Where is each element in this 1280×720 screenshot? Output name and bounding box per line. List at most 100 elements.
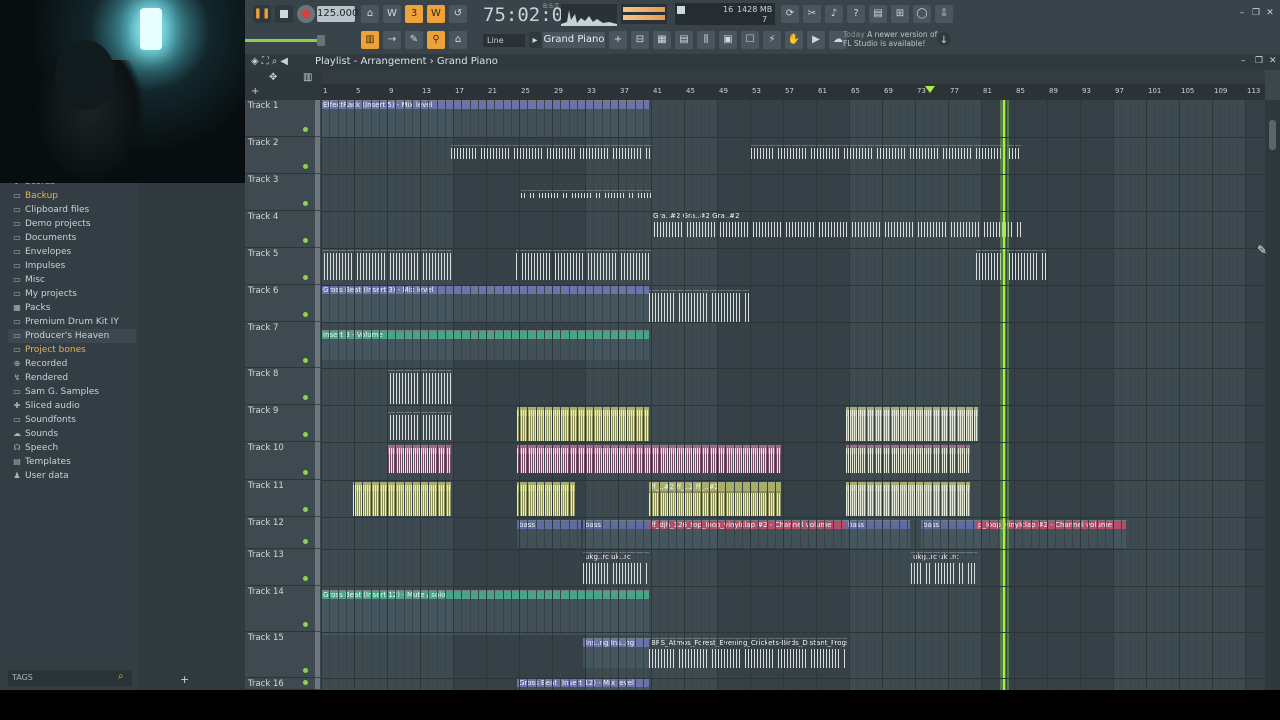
- track-select-strip[interactable]: [315, 174, 320, 210]
- playhead-marker[interactable]: [925, 86, 935, 93]
- snap-icon[interactable]: ✥: [269, 72, 277, 83]
- browser-item[interactable]: ☊ Speech: [8, 441, 136, 455]
- browser-item[interactable]: ⊕ Recorded: [8, 357, 136, 371]
- link-icon[interactable]: ⚲: [427, 31, 445, 49]
- track-header[interactable]: Track 9: [245, 405, 320, 442]
- pattern-selector[interactable]: Grand Piano: [543, 32, 605, 48]
- tags-bar[interactable]: TAGS: [8, 670, 132, 686]
- stop-button[interactable]: [275, 5, 293, 23]
- browser-item[interactable]: ▦ Packs: [8, 301, 136, 315]
- track-mute-led[interactable]: [303, 539, 308, 544]
- pattern-clip[interactable]: [387, 445, 451, 473]
- track-header[interactable]: Track 4: [245, 211, 320, 248]
- track-select-strip[interactable]: [315, 248, 320, 284]
- track-select-strip[interactable]: [315, 368, 320, 404]
- minimize-icon[interactable]: –: [1237, 8, 1247, 18]
- track-mute-led[interactable]: [303, 470, 308, 475]
- browser-item[interactable]: ↯ Rendered: [8, 371, 136, 385]
- piano-icon[interactable]: ▥: [303, 72, 312, 83]
- playlist-tool-icons[interactable]: ◈⛶⌕◀: [251, 56, 291, 67]
- track-header[interactable]: Track 1: [245, 100, 320, 137]
- browser-item[interactable]: ▭ Project bones: [8, 343, 136, 357]
- pencil-icon[interactable]: ✎: [405, 31, 423, 49]
- automation-clip[interactable]: bass: [846, 520, 910, 548]
- update-icon[interactable]: ↓: [937, 32, 951, 46]
- browser-item[interactable]: ✚ Sliced audio: [8, 399, 136, 413]
- browser-item[interactable]: ▭ Premium Drum Kit IY: [8, 315, 136, 329]
- audio-clip[interactable]: BRS_Atmos_Forest_Evening_Crickets-Birds_…: [649, 638, 847, 668]
- snap-select[interactable]: Line: [483, 34, 525, 47]
- track-header[interactable]: Track 15: [245, 632, 320, 678]
- audio-clip[interactable]: [976, 250, 1046, 280]
- browser-item[interactable]: ▭ Envelopes: [8, 245, 136, 259]
- help-icon[interactable]: ?: [847, 5, 865, 23]
- automation-clip[interactable]: p_loop_vinylclap #2 - Channel volume: [976, 520, 1126, 548]
- track-select-strip[interactable]: [315, 285, 320, 321]
- audio-clip[interactable]: ukg..rc uk..rc: [911, 552, 977, 584]
- browser-item[interactable]: ▭ Sam G. Samples: [8, 385, 136, 399]
- metronome-icon[interactable]: ⌂: [361, 5, 379, 23]
- automation-clip[interactable]: ff_djh_126_top_loop_vinylclap #2 - Chann…: [649, 520, 847, 548]
- search-icon[interactable]: ⌕: [118, 671, 131, 684]
- automation-clip[interactable]: Gross Beat (Insert 12) - Mix level: [517, 678, 649, 690]
- vertical-scrollbar[interactable]: [1265, 100, 1280, 690]
- browser-item[interactable]: ▭ Demo projects: [8, 217, 136, 231]
- browser-item[interactable]: ☁ Sounds: [8, 427, 136, 441]
- track-mute-led[interactable]: [303, 507, 308, 512]
- add-pattern-icon[interactable]: +: [609, 31, 627, 49]
- song-overview[interactable]: [321, 70, 1265, 84]
- track-header[interactable]: Track 10: [245, 442, 320, 480]
- arrangement-grid[interactable]: EffectRack (Insert 5) - Mix level Gra..#2…: [321, 100, 1265, 690]
- track-select-strip[interactable]: [315, 549, 320, 585]
- video-icon[interactable]: ▶: [807, 31, 825, 49]
- minimize-icon[interactable]: –: [1241, 56, 1246, 66]
- track-header[interactable]: Track 14: [245, 586, 320, 632]
- mixer-icon[interactable]: ⊞: [891, 5, 909, 23]
- track-mute-led[interactable]: [303, 432, 308, 437]
- browser-item[interactable]: ▭ My projects: [8, 287, 136, 301]
- browser-item[interactable]: ▭ Soundfonts: [8, 413, 136, 427]
- audio-clip[interactable]: [387, 412, 451, 440]
- audio-clip[interactable]: [321, 250, 451, 280]
- save-icon[interactable]: ▤: [869, 5, 887, 23]
- song-position-display[interactable]: 75:02:00: [483, 2, 575, 28]
- playhead[interactable]: [1000, 100, 1009, 690]
- track-select-strip[interactable]: [315, 632, 320, 677]
- pattern-arrow-icon[interactable]: ▸: [529, 32, 541, 48]
- browser-item[interactable]: ▭ Producer's Heaven: [8, 329, 136, 343]
- audio-clip[interactable]: [521, 190, 651, 198]
- undo-history-icon[interactable]: ⟳: [781, 5, 799, 23]
- step-seq-icon[interactable]: ▦: [653, 31, 671, 49]
- track-mute-led[interactable]: [303, 312, 308, 317]
- master-volume-slider[interactable]: [245, 35, 325, 46]
- channel-rack-icon[interactable]: ▣: [719, 31, 737, 49]
- pattern-clip[interactable]: ff_..#2 ff_..2 ff_..#2: [649, 482, 781, 516]
- track-mute-led[interactable]: [303, 238, 308, 243]
- track-header[interactable]: Track 3: [245, 174, 320, 211]
- browser-item[interactable]: ▤ Templates: [8, 455, 136, 469]
- add-track-icon[interactable]: +: [251, 86, 259, 97]
- pattern-clip[interactable]: [517, 482, 575, 516]
- wait-input-icon[interactable]: W: [383, 5, 401, 23]
- track-header[interactable]: Track 6: [245, 285, 320, 322]
- browser-item[interactable]: ▭ Misc: [8, 273, 136, 287]
- track-mute-led[interactable]: [303, 668, 308, 673]
- track-select-strip[interactable]: [315, 480, 320, 516]
- add-icon[interactable]: +: [180, 673, 189, 686]
- track-select-strip[interactable]: [315, 586, 320, 631]
- playlist-snap-icon[interactable]: ▥: [361, 31, 379, 49]
- arrow-icon[interactable]: →: [383, 31, 401, 49]
- track-select-strip[interactable]: [315, 517, 320, 548]
- track-mute-led[interactable]: [303, 127, 308, 132]
- track-mute-led[interactable]: [303, 358, 308, 363]
- track-header[interactable]: Track 7: [245, 322, 320, 368]
- track-select-strip[interactable]: [315, 137, 320, 173]
- chat-icon[interactable]: ◯: [913, 5, 931, 23]
- track-mute-led[interactable]: [303, 576, 308, 581]
- audio-clip[interactable]: Gra..#2 Gra..#2 Gra..#2: [651, 211, 1021, 237]
- track-select-strip[interactable]: [315, 405, 320, 441]
- mic-icon[interactable]: ♪: [825, 5, 843, 23]
- track-select-strip[interactable]: [315, 211, 320, 247]
- browser-item[interactable]: ▭ Documents: [8, 231, 136, 245]
- track-header[interactable]: Track 5: [245, 248, 320, 285]
